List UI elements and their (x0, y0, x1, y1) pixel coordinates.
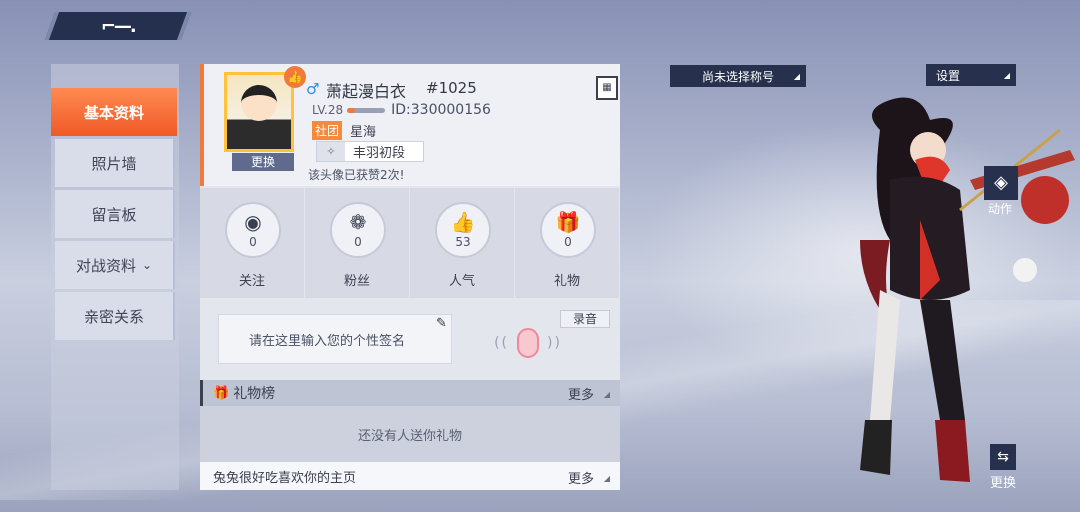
visitor-text: 兔兔很好吃喜欢你的主页 (213, 470, 357, 486)
male-gender-icon: ♂ (306, 80, 320, 98)
character-model (860, 97, 1075, 482)
stat-label: 粉丝 (343, 274, 370, 289)
rank-box[interactable]: ✧ 丰羽初段 (316, 141, 424, 162)
avatar[interactable] (224, 72, 294, 152)
avatar-face (241, 85, 277, 121)
corner-arrow-icon: ◢ (603, 474, 610, 483)
stat-follow[interactable]: ◉ 0 关注 (200, 188, 304, 298)
avatar-likes-note: 该头像已获赞2次! (308, 168, 405, 182)
stat-circle: 🎁 0 (540, 202, 596, 258)
signature-area: 请在这里输入您的个性签名 ✎ (( )) 录音 (200, 302, 620, 378)
stat-circle: ◉ 0 (225, 202, 281, 258)
avatar-image (227, 75, 291, 149)
swap-label: 更换 (990, 476, 1017, 491)
sidebar-item-label: 亲密关系 (83, 307, 144, 326)
stat-value: 0 (249, 235, 257, 249)
back-arrow-icon: ⌐—. (101, 15, 135, 37)
eye-icon: ◉ (244, 210, 262, 234)
sidebar-item-battle-info[interactable]: 对战资料 ⌄ (55, 241, 175, 289)
nickname: 萧起漫白衣 (326, 82, 407, 101)
stat-circle: 👍 53 (435, 202, 491, 258)
qr-code-button[interactable]: ▦ (596, 76, 618, 100)
chevron-down-icon: ⌄ (141, 258, 153, 272)
stat-value: 53 (455, 235, 471, 249)
diamond-action-icon: ◈ (994, 172, 1008, 193)
sound-wave-icon: (( (494, 335, 509, 351)
settings-button[interactable]: 设置 ◢ (926, 64, 1016, 86)
voice-record-area[interactable]: (( )) (480, 322, 576, 364)
profile-card: 👍 更换 ♂ 萧起漫白衣 #1025 ▦ LV.28 ID:330000156 … (200, 64, 620, 186)
sidebar-item-photo-wall[interactable]: 照片墙 (55, 139, 175, 187)
club-row: 社团 星海 (312, 121, 376, 140)
sidebar-item-basic-info[interactable]: 基本资料 (51, 88, 177, 136)
stat-fans[interactable]: ❁ 0 粉丝 (305, 188, 409, 298)
stat-value: 0 (354, 235, 362, 249)
gift-icon: 🎁 (555, 210, 581, 234)
sidebar-item-label: 留言板 (91, 205, 137, 224)
level-row: LV.28 ID:330000156 (312, 102, 491, 118)
thumbs-up-icon: 👍 (450, 210, 476, 234)
stat-value: 0 (564, 235, 572, 249)
back-button[interactable]: ⌐—. (44, 12, 192, 40)
swap-arrows-icon: ⇆ (997, 449, 1009, 465)
stats-row: ◉ 0 关注 ❁ 0 粉丝 👍 53 人气 🎁 0 礼物 (200, 188, 620, 300)
stat-circle: ❁ 0 (330, 202, 386, 258)
stat-popularity[interactable]: 👍 53 人气 (410, 188, 514, 298)
stat-label: 礼物 (553, 274, 580, 289)
pencil-icon[interactable]: ✎ (436, 316, 447, 331)
gift-board-empty-text: 还没有人送你礼物 (357, 428, 462, 444)
gift-board-header: 🎁 礼物榜 更多 ◢ (200, 380, 620, 406)
sidebar-item-message-board[interactable]: 留言板 (55, 190, 175, 238)
user-tag: #1025 (426, 79, 477, 97)
player-id: ID:330000156 (391, 102, 491, 118)
level-progress-fill (347, 107, 355, 113)
level-progress-bar (347, 107, 386, 113)
like-badge-icon: 👍 (284, 66, 306, 88)
club-badge: 社团 (312, 121, 343, 140)
microphone-icon (517, 328, 539, 358)
visitor-row: 兔兔很好吃喜欢你的主页 更多 ◢ (200, 462, 620, 490)
gift-board-more-button[interactable]: 更多 (568, 384, 594, 403)
rank-wing-icon: ✧ (317, 142, 345, 161)
gift-board-title: 礼物榜 (233, 386, 276, 402)
change-avatar-button[interactable]: 更换 (232, 153, 294, 171)
stat-label: 人气 (448, 274, 475, 289)
record-button[interactable]: 录音 (560, 310, 610, 328)
sidebar-item-relationships[interactable]: 亲密关系 (55, 292, 175, 340)
main-panel: 👍 更换 ♂ 萧起漫白衣 #1025 ▦ LV.28 ID:330000156 … (200, 64, 620, 490)
signature-placeholder: 请在这里输入您的个性签名 (249, 333, 406, 349)
corner-arrow-icon: ◢ (603, 390, 610, 399)
action-button[interactable]: ◈ (984, 166, 1018, 200)
corner-arrow-icon: ◢ (1003, 71, 1010, 80)
fans-icon: ❁ (349, 210, 367, 234)
sidebar-item-label: 基本资料 (83, 103, 144, 122)
rank-text: 丰羽初段 (353, 146, 406, 161)
sidebar: 基本资料 照片墙 留言板 对战资料 ⌄ 亲密关系 (51, 64, 179, 490)
club-name[interactable]: 星海 (350, 121, 376, 140)
sound-wave-icon: )) (547, 335, 562, 351)
stat-label: 关注 (238, 274, 265, 289)
sidebar-item-label: 照片墙 (91, 154, 137, 173)
action-label: 动作 (988, 202, 1013, 216)
qr-code-icon: ▦ (602, 82, 612, 93)
visitor-more-button[interactable]: 更多 (568, 468, 594, 487)
settings-label: 设置 (936, 68, 961, 83)
title-select-label: 尚未选择称号 (701, 69, 774, 84)
level-text: LV.28 (312, 103, 344, 117)
gift-icon: 🎁 (213, 385, 230, 401)
sidebar-item-label: 对战资料 (75, 256, 136, 275)
signature-input[interactable]: 请在这里输入您的个性签名 (218, 314, 452, 364)
stat-gifts[interactable]: 🎁 0 礼物 (515, 188, 619, 298)
title-select-dropdown[interactable]: 尚未选择称号 ◢ (670, 65, 806, 87)
swap-button[interactable]: ⇆ (990, 444, 1016, 470)
gift-board-empty: 还没有人送你礼物 (200, 406, 620, 462)
corner-arrow-icon: ◢ (793, 72, 800, 81)
